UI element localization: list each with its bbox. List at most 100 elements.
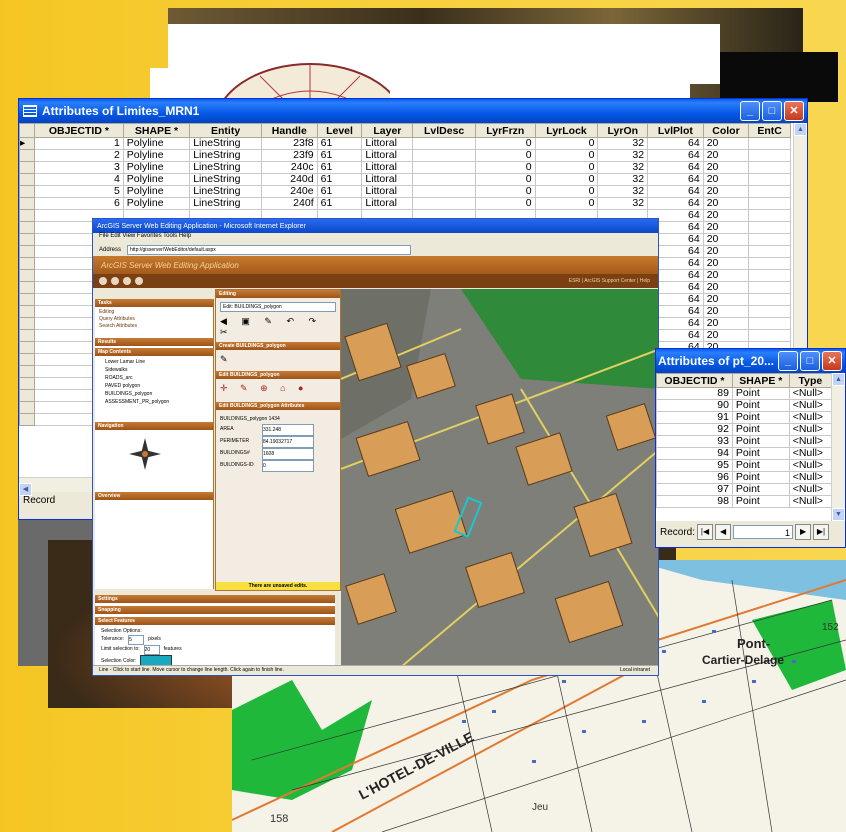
table-cell[interactable]: 61 <box>316 173 363 186</box>
column-header[interactable]: LvlDesc <box>412 123 476 138</box>
scroll-up-arrow-icon[interactable]: ▲ <box>794 123 807 136</box>
layer-item[interactable]: Lower Lamar Line <box>105 358 203 366</box>
task-link[interactable]: Editing <box>99 309 209 316</box>
table-cell[interactable]: 64 <box>647 185 704 198</box>
map-contents-header[interactable]: Map Contents <box>95 348 213 356</box>
table-cell[interactable]: 61 <box>316 161 363 174</box>
edit-header[interactable]: Edit BUILDINGS_polygon <box>216 371 340 379</box>
table-row[interactable]: 2 Polyline LineString 23f9 61 Littoral 0 0 32 64 2… <box>19 149 791 162</box>
table-cell[interactable]: Point <box>731 387 790 400</box>
row-selector[interactable] <box>19 377 35 390</box>
column-header[interactable]: SHAPE * <box>731 373 790 388</box>
close-button[interactable]: ✕ <box>822 351 842 371</box>
column-header[interactable]: Type <box>788 373 833 388</box>
table-cell[interactable]: 1 <box>34 137 124 150</box>
table-cell[interactable]: 0 <box>534 161 599 174</box>
table-cell[interactable] <box>748 233 791 246</box>
table-cell[interactable]: 6 <box>34 197 124 210</box>
navigation-header[interactable]: Navigation <box>95 422 213 430</box>
row-selector[interactable] <box>19 173 35 186</box>
table-cell[interactable]: 91 <box>656 411 733 424</box>
column-header[interactable]: LyrLock <box>534 123 599 138</box>
table-cell[interactable]: Point <box>731 471 790 484</box>
table-cell[interactable]: Polyline <box>122 137 191 150</box>
table-cell[interactable]: 20 <box>702 185 750 198</box>
table-cell[interactable]: Point <box>731 495 790 508</box>
table-cell[interactable]: 92 <box>656 423 733 436</box>
last-record-button[interactable]: ▶| <box>813 524 830 540</box>
table-cell[interactable] <box>748 185 791 198</box>
row-selector-header[interactable] <box>19 123 35 138</box>
table-cell[interactable]: <Null> <box>788 399 833 412</box>
attr-input[interactable]: 1608 <box>262 448 314 460</box>
table-row[interactable]: 91 Point <Null> <box>656 411 833 424</box>
table-cell[interactable]: Polyline <box>122 197 191 210</box>
table-row[interactable]: 98 Point <Null> <box>656 495 833 508</box>
column-header[interactable]: Handle <box>261 123 318 138</box>
tolerance-input[interactable]: 5 <box>128 635 145 645</box>
aerial-map[interactable] <box>341 289 658 667</box>
tool-button[interactable] <box>123 277 131 285</box>
tool-button[interactable] <box>135 277 143 285</box>
minimize-button[interactable]: _ <box>778 351 798 371</box>
table-cell[interactable]: 20 <box>702 137 750 150</box>
table-cell[interactable] <box>748 281 791 294</box>
table-cell[interactable]: 0 <box>474 197 536 210</box>
row-selector[interactable] <box>19 149 35 162</box>
table-row[interactable]: 4 Polyline LineString 240d 61 Littoral 0 0 32 64 2… <box>19 173 791 186</box>
layer-item[interactable]: BUILDINGS_polygon <box>105 390 203 398</box>
table-cell[interactable]: 20 <box>702 209 750 222</box>
table-cell[interactable] <box>748 245 791 258</box>
table-cell[interactable]: 20 <box>702 221 750 234</box>
row-selector[interactable] <box>19 209 35 222</box>
tool-button[interactable] <box>111 277 119 285</box>
tasks-header[interactable]: Tasks <box>95 299 213 307</box>
table-cell[interactable]: 64 <box>647 173 704 186</box>
table-cell[interactable]: <Null> <box>788 435 833 448</box>
table-cell[interactable]: 97 <box>656 483 733 496</box>
table-cell[interactable]: Littoral <box>361 137 414 150</box>
layer-item[interactable]: ASSESSMENT_PR_polygon <box>105 398 203 406</box>
table-cell[interactable] <box>748 221 791 234</box>
table-row[interactable]: 95 Point <Null> <box>656 459 833 472</box>
column-header[interactable]: SHAPE * <box>122 123 191 138</box>
first-record-button[interactable]: |◀ <box>697 524 714 540</box>
edit-layer-select[interactable]: Edit: BUILDINGS_polygon <box>220 302 336 312</box>
table-cell[interactable]: 0 <box>474 173 536 186</box>
table-cell[interactable]: 0 <box>474 161 536 174</box>
table-cell[interactable]: 93 <box>656 435 733 448</box>
overview-header[interactable]: Overview <box>95 492 213 500</box>
address-field[interactable]: http://gisserver/WebEditor/default.aspx <box>127 244 412 255</box>
table-row[interactable]: 3 Polyline LineString 240c 61 Littoral 0 0 32 64 2… <box>19 161 791 174</box>
table-row[interactable]: 92 Point <Null> <box>656 423 833 436</box>
table-cell[interactable]: 61 <box>316 197 363 210</box>
table-cell[interactable]: 0 <box>534 197 599 210</box>
row-selector[interactable] <box>19 401 35 414</box>
row-selector[interactable] <box>19 281 35 294</box>
table-cell[interactable]: Polyline <box>122 185 191 198</box>
scroll-up-arrow-icon[interactable]: ▲ <box>832 373 845 386</box>
column-header[interactable]: Color <box>702 123 750 138</box>
row-selector[interactable] <box>19 161 35 174</box>
table-cell[interactable]: 20 <box>702 293 750 306</box>
row-selector[interactable] <box>19 269 35 282</box>
table-cell[interactable]: Polyline <box>122 149 191 162</box>
attr-input[interactable]: 84.19032717 <box>262 436 314 448</box>
table-cell[interactable]: 5 <box>34 185 124 198</box>
table-cell[interactable]: 0 <box>534 185 599 198</box>
table-row[interactable]: 6 Polyline LineString 240f 61 Littoral 0 0 32 64 2… <box>19 197 791 210</box>
table-cell[interactable]: 95 <box>656 459 733 472</box>
browser-menubar[interactable]: File Edit View Favorites Tools Help <box>93 233 658 243</box>
table-cell[interactable]: 64 <box>647 137 704 150</box>
table-cell[interactable]: 64 <box>647 149 704 162</box>
column-header[interactable]: Layer <box>361 123 414 138</box>
row-selector[interactable] <box>19 329 35 342</box>
task-link[interactable]: Query Attributes <box>99 316 209 323</box>
table-cell[interactable] <box>748 305 791 318</box>
table-cell[interactable]: 32 <box>597 137 649 150</box>
row-selector[interactable] <box>19 389 35 402</box>
table-row[interactable]: 89 Point <Null> <box>656 387 833 400</box>
table-cell[interactable]: <Null> <box>788 495 833 508</box>
table-cell[interactable]: LineString <box>189 197 263 210</box>
table-cell[interactable]: Littoral <box>361 173 414 186</box>
